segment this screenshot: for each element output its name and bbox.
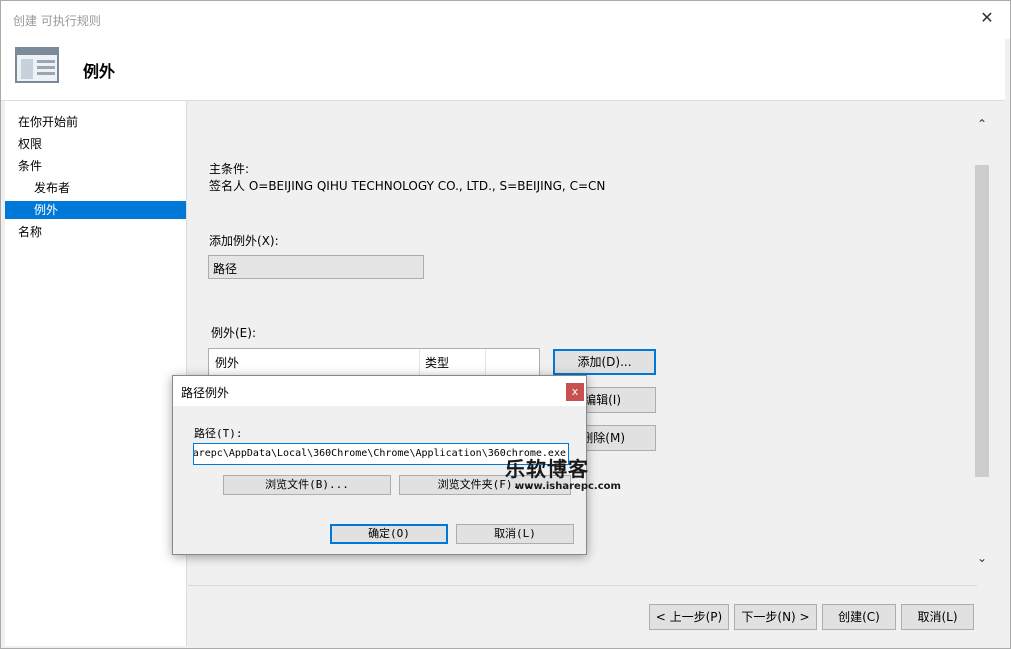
exceptions-list[interactable]: 例外 类型 [208,348,540,378]
dialog-title: 路径例外 [181,386,230,400]
watermark-text: 乐软博客 [505,457,589,481]
condition-label: 主条件: [209,162,250,176]
chevron-down-icon: ⌄ [213,260,222,271]
back-button[interactable]: < 上一步(P) [649,604,729,630]
scroll-thumb[interactable] [975,165,989,477]
exceptions-label: 例外(E): [211,326,256,340]
browse-file-button[interactable]: 浏览文件(B)... [223,475,391,495]
watermark-url: www.isharepc.com [515,481,621,492]
scroll-up-icon[interactable]: ⌃ [973,115,991,133]
nav-item-publisher[interactable]: 发布者 [5,179,186,197]
vertical-scrollbar[interactable]: ⌃ ⌄ [973,113,991,568]
nav-item-exceptions[interactable]: 例外 [5,201,186,219]
condition-value: 签名人 O=BEIJING QIHU TECHNOLOGY CO., LTD.,… [209,179,606,193]
nav-item-conditions[interactable]: 条件 [5,157,186,175]
close-icon[interactable]: ✕ [976,7,998,29]
rule-wizard-icon [15,47,59,83]
page-header: 例外 [1,39,1005,101]
rule-wizard-window: 创建 可执行规则 ✕ 例外 在你开始前 权限 条件 发布者 例外 名称 ⌃ ⌄ … [0,0,1011,649]
add-exception-label: 添加例外(X): [209,234,279,248]
dialog-cancel-button[interactable]: 取消(L) [456,524,574,544]
window-title: 创建 可执行规则 [13,14,101,28]
page-title: 例外 [83,62,116,81]
column-header-exception[interactable]: 例外 [215,354,239,371]
add-exception-button[interactable]: 添加(D)... [553,349,656,375]
title-bar: 创建 可执行规则 ✕ [1,1,1010,39]
cancel-button[interactable]: 取消(L) [901,604,974,630]
watermark: 乐软博客 www.isharepc.com [505,453,621,495]
nav-item-before-you-begin[interactable]: 在你开始前 [5,113,186,131]
wizard-nav: 在你开始前 权限 条件 发布者 例外 名称 [5,101,187,646]
dialog-close-icon[interactable]: x [566,383,584,401]
path-label: 路径(T): [194,427,243,440]
exception-type-select[interactable]: 路径 ⌄ [208,255,424,279]
nav-item-permissions[interactable]: 权限 [5,135,186,153]
column-header-type[interactable]: 类型 [425,354,449,371]
scroll-down-icon[interactable]: ⌄ [973,549,991,567]
nav-item-name[interactable]: 名称 [5,223,186,241]
create-button[interactable]: 创建(C) [822,604,896,630]
next-button[interactable]: 下一步(N) > [734,604,817,630]
dialog-title-bar: 路径例外 x [173,376,586,406]
dialog-ok-button[interactable]: 确定(O) [330,524,448,544]
